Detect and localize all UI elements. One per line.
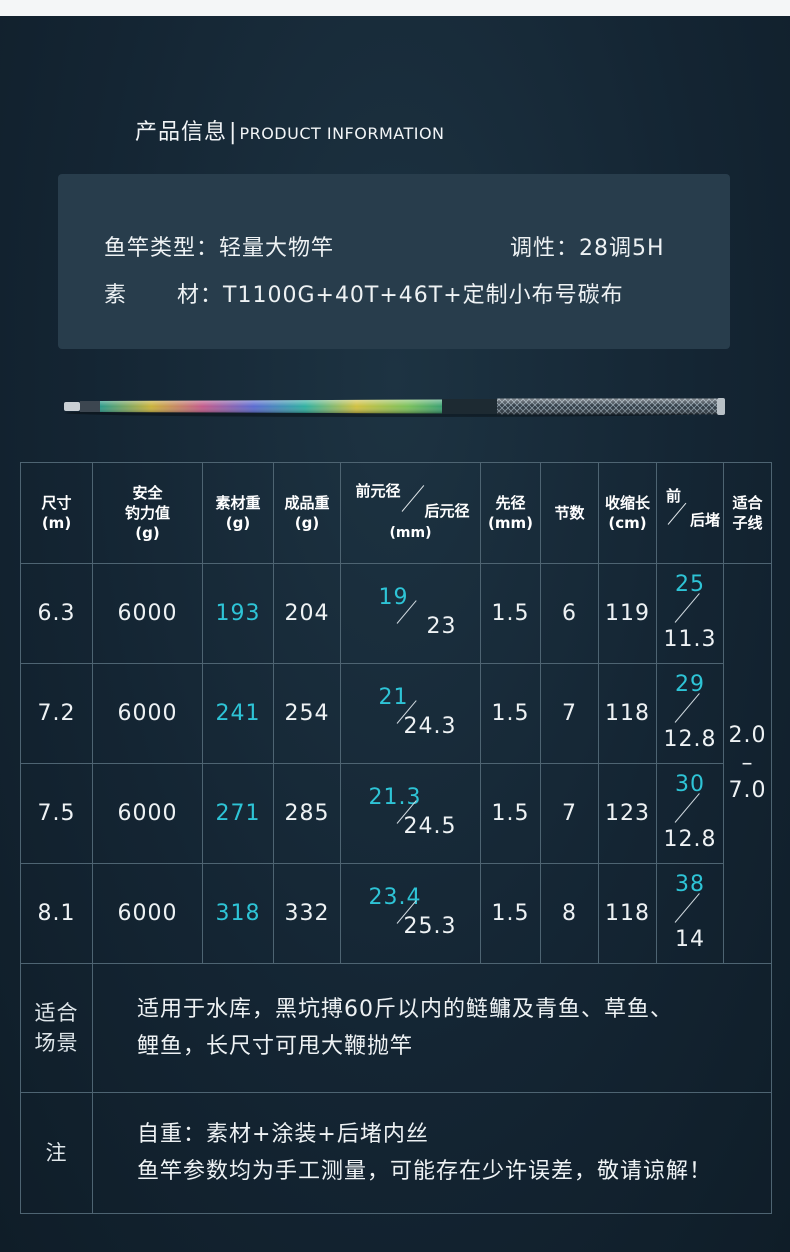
cell-diameter: 21.3 24.5 — [340, 763, 481, 864]
cell-sections: 8 — [540, 863, 599, 964]
cell-raw-weight: 193 — [202, 563, 274, 664]
cell-plug: 29 12.8 — [656, 663, 724, 764]
cell-raw-weight: 241 — [202, 663, 274, 764]
cell-diameter: 21 24.3 — [340, 663, 481, 764]
cell-diameter: 19 23 — [340, 563, 481, 664]
cell-final-weight: 285 — [273, 763, 341, 864]
rod-type: 鱼竿类型：轻量大物竿 — [104, 230, 334, 262]
cell-diameter: 23.4 25.3 — [340, 863, 481, 964]
rod-action-label: 调性： — [510, 236, 580, 261]
material-label-a: 素 — [104, 283, 128, 308]
note-row: 注 自重：素材+涂装+后堵内丝 鱼竿参数均为手工测量，可能存在少许误差，敬请谅解！ — [20, 1092, 772, 1214]
header-diameter: 前元径 后元径 (mm) — [340, 462, 481, 564]
header-plug-back: 后堵 — [689, 511, 720, 530]
scene-label: 适合 场景 — [20, 963, 93, 1093]
rod-type-label: 鱼竿类型： — [104, 236, 220, 261]
cell-size: 7.5 — [20, 763, 93, 864]
cell-size: 8.1 — [20, 863, 93, 964]
header-diam-unit: (mm) — [389, 525, 432, 542]
cell-final-weight: 332 — [273, 863, 341, 964]
top-strip — [0, 0, 790, 16]
cell-collapsed: 123 — [598, 763, 657, 864]
fishing-rod-image — [64, 398, 725, 417]
title-separator: | — [229, 120, 238, 145]
header-plug-front: 前 — [666, 487, 682, 506]
rod-type-value: 轻量大物竿 — [219, 236, 335, 261]
material-value: T1100G+40T+46T+定制小布号碳布 — [223, 283, 624, 308]
cell-force: 6000 — [92, 763, 203, 864]
header-plug: 前 后堵 — [656, 462, 724, 564]
cell-tip: 1.5 — [480, 863, 541, 964]
cell-plug: 25 11.3 — [656, 563, 724, 664]
cell-sections: 7 — [540, 663, 599, 764]
cell-final-weight: 254 — [273, 663, 341, 764]
header-diam-front: 前元径 — [355, 482, 401, 501]
rod-action: 调性：28调5H — [510, 230, 665, 262]
title-cn: 产品信息 — [135, 120, 228, 145]
cell-force: 6000 — [92, 863, 203, 964]
table-row: 7.5 6000 271 285 21.3 24.5 1.5 7 123 30 12… — [20, 763, 772, 864]
cell-collapsed: 118 — [598, 663, 657, 764]
cell-raw-weight: 318 — [202, 863, 274, 964]
cell-line-range: 2.0–7.0 — [723, 563, 772, 964]
header-tip: 先径 (mm) — [480, 462, 541, 564]
header-size: 尺寸 (m) — [20, 462, 93, 564]
cell-sections: 7 — [540, 763, 599, 864]
cell-tip: 1.5 — [480, 663, 541, 764]
cell-sections: 6 — [540, 563, 599, 664]
table-header-row: 尺寸 (m) 安全 钓力值 (g) 素材重 (g) 成品重 (g) 前元径 后元径 (mm… — [20, 462, 772, 564]
material-label-b: 材： — [177, 283, 224, 308]
cell-final-weight: 204 — [273, 563, 341, 664]
note-label: 注 — [20, 1092, 93, 1214]
cell-tip: 1.5 — [480, 763, 541, 864]
header-final-weight: 成品重 (g) — [273, 462, 341, 564]
rod-action-value: 28调5H — [579, 236, 665, 261]
header-diam-back: 后元径 — [424, 502, 470, 521]
cell-force: 6000 — [92, 663, 203, 764]
header-line: 适合 子线 — [723, 462, 772, 564]
table-row: 8.1 6000 318 332 23.4 25.3 1.5 8 118 38 14 — [20, 863, 772, 964]
title-en: PRODUCT INFORMATION — [239, 124, 445, 143]
cell-plug: 38 14 — [656, 863, 724, 964]
scene-text: 适用于水库，黑坑搏60斤以内的鲢鳙及青鱼、草鱼、 鲤鱼，长尺寸可甩大鞭抛竿 — [92, 963, 772, 1093]
header-raw-weight: 素材重 (g) — [202, 462, 274, 564]
note-text: 自重：素材+涂装+后堵内丝 鱼竿参数均为手工测量，可能存在少许误差，敬请谅解！ — [92, 1092, 772, 1214]
cell-collapsed: 119 — [598, 563, 657, 664]
info-panel: 鱼竿类型：轻量大物竿 调性：28调5H 素 材：T1100G+40T+46T+定制… — [58, 174, 730, 349]
table-row: 7.2 6000 241 254 21 24.3 1.5 7 118 29 12.8 — [20, 663, 772, 764]
cell-raw-weight: 271 — [202, 763, 274, 864]
cell-collapsed: 118 — [598, 863, 657, 964]
section-title: 产品信息| PRODUCT INFORMATION — [135, 114, 445, 146]
cell-size: 6.3 — [20, 563, 93, 664]
cell-size: 7.2 — [20, 663, 93, 764]
scene-row: 适合 场景 适用于水库，黑坑搏60斤以内的鲢鳙及青鱼、草鱼、 鲤鱼，长尺寸可甩大鞭抛… — [20, 963, 772, 1093]
header-safe-force: 安全 钓力值 (g) — [92, 462, 203, 564]
header-collapsed: 收缩长 (cm) — [598, 462, 657, 564]
rod-material: 素 材：T1100G+40T+46T+定制小布号碳布 — [104, 277, 624, 309]
spec-table: 尺寸 (m) 安全 钓力值 (g) 素材重 (g) 成品重 (g) 前元径 后元径 (mm… — [20, 462, 772, 1214]
table-row: 6.3 6000 193 204 19 23 1.5 6 119 25 11.3 2… — [20, 563, 772, 964]
cell-force: 6000 — [92, 563, 203, 664]
header-sections: 节数 — [540, 462, 599, 564]
cell-plug: 30 12.8 — [656, 763, 724, 864]
cell-tip: 1.5 — [480, 563, 541, 664]
